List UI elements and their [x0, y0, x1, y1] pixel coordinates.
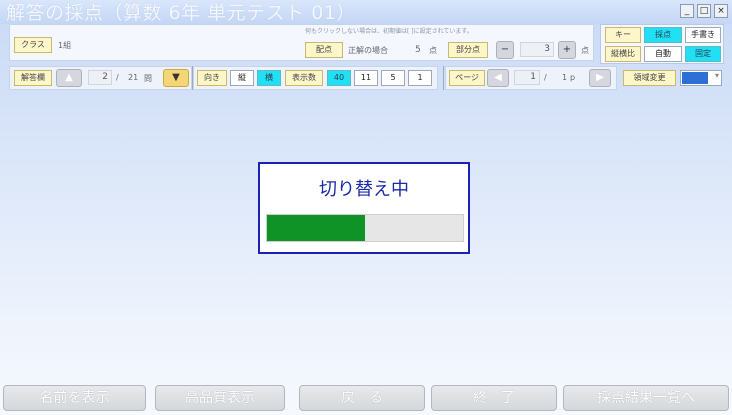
- scoring-settings-bar: クラス 1組 何もクリックしない場合は、初期値は[ ]に設定されています。 配点…: [9, 24, 594, 61]
- question-separator: /: [116, 73, 119, 82]
- minimize-button[interactable]: _: [680, 4, 694, 18]
- count-option-5[interactable]: 5: [381, 70, 405, 86]
- close-button[interactable]: ×: [714, 4, 728, 18]
- total-questions: 21: [128, 73, 139, 82]
- orientation-button[interactable]: 向き: [197, 70, 227, 86]
- count-option-40[interactable]: 40: [327, 70, 351, 86]
- region-select-value: [682, 72, 708, 84]
- page-next-button[interactable]: ▶: [589, 69, 611, 87]
- high-quality-button[interactable]: 高品質表示: [155, 385, 285, 411]
- region-select[interactable]: ▾: [680, 70, 722, 86]
- nav-divider: [443, 66, 444, 90]
- partial-points-field[interactable]: 3: [520, 42, 554, 57]
- question-up-button[interactable]: ▲: [56, 69, 82, 87]
- total-pages: 1: [562, 73, 568, 82]
- page-button[interactable]: ページ: [449, 70, 485, 86]
- count-option-11[interactable]: 11: [354, 70, 378, 86]
- answer-column-button[interactable]: 解答欄: [14, 70, 52, 86]
- horizontal-button[interactable]: 横: [257, 70, 281, 86]
- fixed-button[interactable]: 固定: [685, 46, 721, 62]
- notice-text: 何もクリックしない場合は、初期値は[ ]に設定されています。: [305, 28, 473, 35]
- page-unit: p: [570, 73, 576, 82]
- partial-minus-button[interactable]: −: [496, 41, 514, 59]
- back-button[interactable]: 戻 る: [299, 385, 425, 411]
- correct-label: 正解の場合: [348, 46, 388, 55]
- page-nav: ページ ◀ 1 / 1 p ▶: [445, 66, 617, 90]
- scoring-mode-button[interactable]: 採点: [644, 27, 682, 43]
- progress-fill: [267, 215, 365, 241]
- switching-dialog: 切り替え中: [258, 162, 470, 254]
- class-button[interactable]: クラス: [14, 37, 52, 53]
- chevron-down-icon: ▼: [172, 72, 180, 83]
- region-change-button[interactable]: 領域変更: [623, 70, 676, 86]
- question-down-button[interactable]: ▼: [163, 69, 189, 87]
- chevron-down-icon: ▾: [714, 71, 719, 80]
- title-bar: 解答の採点（算数 6年 単元テスト 01） _ □ ×: [0, 0, 732, 24]
- vertical-button[interactable]: 縦: [230, 70, 254, 86]
- partial-plus-button[interactable]: +: [558, 41, 576, 59]
- points-value: 5: [415, 45, 421, 55]
- count-option-1[interactable]: 1: [408, 70, 432, 86]
- results-list-button[interactable]: 採点結果一覧へ: [563, 385, 729, 411]
- current-question-field[interactable]: 2: [88, 70, 112, 85]
- question-nav: 解答欄 ▲ 2 / 21 問 ▼: [9, 66, 192, 90]
- partial-unit: 点: [581, 46, 589, 55]
- window-controls: _ □ ×: [680, 4, 728, 18]
- finish-button[interactable]: 終 了: [431, 385, 557, 411]
- view-controls: 向き 縦 横 表示数 40 11 5 1: [193, 66, 438, 90]
- page-separator: /: [544, 73, 547, 82]
- class-value: 1組: [58, 41, 72, 50]
- partial-points-button[interactable]: 部分点: [448, 42, 488, 58]
- window-title: 解答の採点（算数 6年 単元テスト 01）: [6, 2, 356, 24]
- dialog-title: 切り替え中: [319, 179, 409, 200]
- auto-button[interactable]: 自動: [644, 46, 682, 62]
- display-count-button[interactable]: 表示数: [285, 70, 323, 86]
- points-button[interactable]: 配点: [305, 42, 343, 58]
- progress-bar: [266, 214, 464, 242]
- show-names-button[interactable]: 名前を表示: [3, 385, 146, 411]
- current-page-field[interactable]: 1: [514, 70, 540, 85]
- page-prev-button[interactable]: ◀: [487, 69, 509, 87]
- key-button[interactable]: キー: [605, 27, 641, 43]
- mode-panel: キー 採点 手書き 縦横比 自動 固定: [600, 24, 724, 64]
- maximize-button[interactable]: □: [697, 4, 711, 18]
- points-unit: 点: [429, 46, 437, 55]
- manual-mode-button[interactable]: 手書き: [685, 27, 721, 43]
- question-unit: 問: [144, 74, 152, 83]
- aspect-ratio-button[interactable]: 縦横比: [605, 46, 641, 62]
- bottom-toolbar: 名前を表示 高品質表示 戻 る 終 了 採点結果一覧へ: [0, 384, 732, 415]
